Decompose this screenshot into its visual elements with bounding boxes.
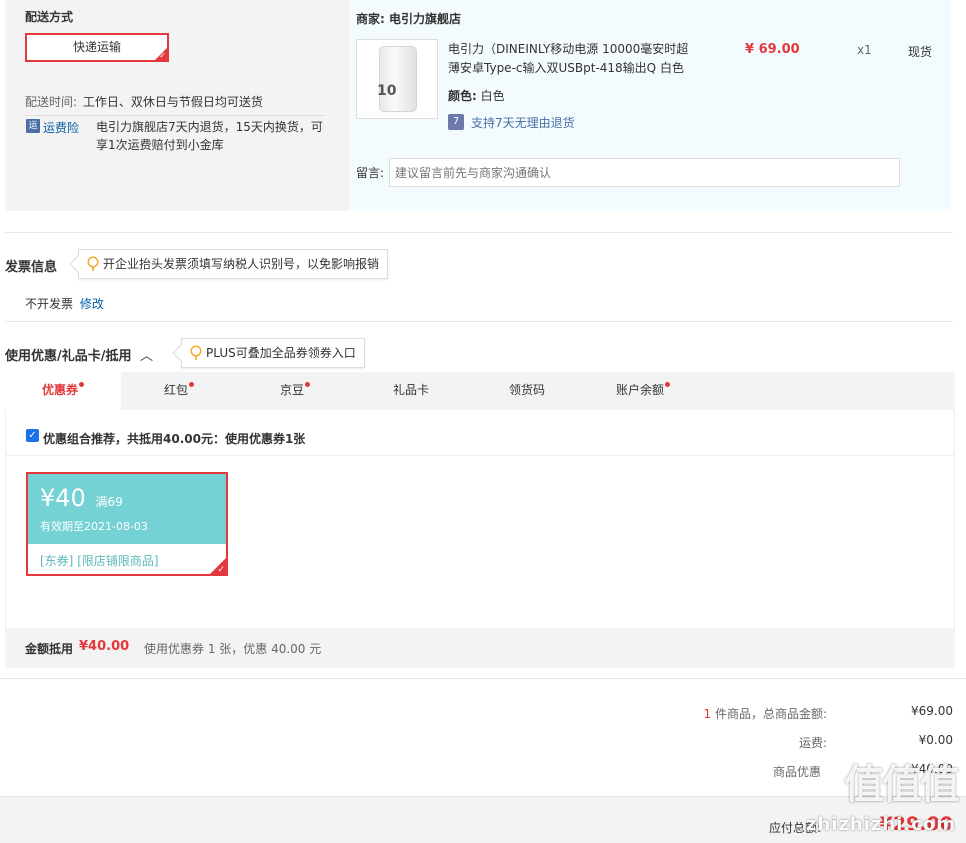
coupon-amount-value: ¥40: [40, 484, 86, 512]
tab-pickup-code-label: 领货码: [508, 383, 545, 397]
section-divider: [0, 678, 966, 679]
discount-summary: 金额抵用 ¥40.00 使用优惠券 1 张，优惠 40.00 元: [5, 628, 955, 668]
invoice-title: 发票信息: [5, 260, 58, 275]
coupon-tag-scope: [限店铺限商品]: [77, 554, 159, 568]
summary-amount: ¥40.00: [79, 639, 130, 654]
tab-account-balance-label: 账户余额: [615, 383, 664, 397]
check-icon: ✓: [217, 565, 225, 575]
discount-tabs: 优惠券 红包 京豆 礼品卡 领货码 账户余额: [5, 372, 955, 410]
watermark-logo: 值值值: [844, 762, 960, 808]
insurance-desc-line2: 享1次运费赔付到小金库: [96, 138, 224, 152]
shipping-title: 配送方式: [25, 10, 74, 24]
tab-gift-card[interactable]: 礼品卡: [353, 372, 469, 410]
plus-coupon-tip[interactable]: PLUS可叠加全品券领券入口: [172, 338, 365, 368]
delivery-method-button[interactable]: 快递运输 ✓: [25, 33, 169, 62]
summary-label: 金额抵用: [25, 642, 74, 656]
tip-arrow: [172, 344, 190, 362]
coupon-condition: 满69: [95, 495, 123, 509]
item-count: 1: [703, 707, 712, 721]
color-value: 白色: [480, 89, 505, 103]
product-name-line1: 电引力（DINEINLY移动电源 10000毫安时超: [448, 42, 689, 56]
product-image-text: 10: [377, 83, 397, 99]
invoice-edit-link[interactable]: 修改: [80, 297, 104, 311]
product-discount-label: 商品优惠: [772, 765, 821, 779]
tab-account-balance[interactable]: 账户余额: [585, 372, 701, 410]
color-label: 颜色:: [448, 89, 477, 103]
power-bank-image: [379, 46, 417, 112]
tab-jingdou-label: 京豆: [279, 383, 304, 397]
items-total-amount: ¥69.00: [911, 704, 953, 718]
product-color: 颜色: 白色: [448, 87, 505, 104]
watermark-url: zhizhizhi.com: [805, 814, 956, 835]
coupon-tags: [东券] [限店铺限商品]: [40, 552, 159, 569]
insurance-icon: 运: [26, 119, 40, 133]
tab-pickup-code[interactable]: 领货码: [469, 372, 585, 410]
invoice-tip: 开企业抬头发票须填写纳税人识别号，以免影响报销: [69, 249, 389, 279]
delivery-time: 配送时间: 工作日、双休日与节假日均可送货: [25, 93, 263, 110]
tab-coupon[interactable]: 优惠券: [5, 372, 121, 410]
tab-red-packet[interactable]: 红包: [121, 372, 237, 410]
invoice-status: 不开发票 修改: [25, 295, 104, 312]
coupon-validity: 有效期至2021-08-03: [40, 520, 148, 533]
store-label: 商家:: [356, 12, 385, 26]
notification-dot: [189, 382, 194, 387]
delivery-time-label: 配送时间:: [25, 95, 78, 109]
note-input[interactable]: [389, 158, 900, 187]
product-name[interactable]: 电引力（DINEINLY移动电源 10000毫安时超 薄安卓Type-c输入双U…: [448, 40, 688, 78]
notification-dot: [79, 382, 84, 387]
invoice-status-text: 不开发票: [25, 297, 74, 311]
section-divider: [5, 232, 953, 233]
insurance-desc-line1: 电引力旗舰店7天内退货，15天内换货，可: [96, 120, 323, 134]
note-label: 留言:: [356, 166, 385, 180]
discount-title-text: 使用优惠/礼品卡/抵用: [5, 349, 132, 364]
check-icon: ✓: [159, 51, 166, 60]
section-divider: [5, 321, 953, 322]
items-label: 件商品，总商品金额:: [714, 707, 827, 721]
divider: [25, 115, 325, 116]
product-name-line2: 薄安卓Type-c输入双USBpt-418输出Q 白色: [448, 61, 684, 75]
notification-dot: [665, 382, 670, 387]
insurance-link[interactable]: 运费险: [43, 119, 79, 136]
summary-desc: 使用优惠券 1 张，优惠 40.00 元: [144, 642, 322, 656]
items-total-label: 1 件商品，总商品金额:: [703, 705, 827, 722]
lightbulb-icon: [87, 256, 99, 271]
tab-coupon-label: 优惠券: [41, 383, 78, 397]
tab-jingdou[interactable]: 京豆: [237, 372, 353, 410]
insurance-desc: 电引力旗舰店7天内退货，15天内换货，可 享1次运费赔付到小金库: [96, 118, 323, 154]
tip-arrow: [69, 255, 87, 273]
lightbulb-icon: [190, 345, 202, 360]
notification-dot: [305, 382, 310, 387]
recommend-checkbox[interactable]: ✓: [26, 429, 39, 442]
invoice-tip-text: 开企业抬头发票须填写纳税人识别号，以免影响报销: [103, 257, 380, 271]
return-policy[interactable]: 支持7天无理由退货: [471, 114, 575, 131]
store-header: 商家: 电引力旗舰店: [356, 10, 461, 27]
delivery-time-value: 工作日、双休日与节假日均可送货: [82, 95, 263, 109]
stock-status: 现货: [908, 45, 933, 59]
coupon-header: ¥40 满69 有效期至2021-08-03: [28, 474, 226, 544]
discount-title[interactable]: 使用优惠/礼品卡/抵用 ︿: [5, 345, 153, 364]
shipping-fee-label: 运费:: [798, 736, 827, 750]
delivery-method-label: 快递运输: [72, 40, 121, 54]
recommend-text: 优惠组合推荐，共抵用40.00元：使用优惠券1张: [43, 432, 306, 446]
divider: [5, 455, 955, 456]
coupon-card[interactable]: ¥40 满69 有效期至2021-08-03 [东券] [限店铺限商品] ✓: [26, 472, 228, 576]
plus-coupon-tip-text: PLUS可叠加全品券领券入口: [206, 346, 356, 360]
store-name[interactable]: 电引力旗舰店: [389, 12, 461, 26]
product-image[interactable]: 10: [356, 39, 438, 119]
product-price: ¥ 69.00: [745, 42, 800, 57]
coupon-amount: ¥40 满69: [40, 484, 123, 512]
coupon-tag-jd: [东券]: [40, 554, 74, 568]
tab-gift-card-label: 礼品卡: [392, 383, 429, 397]
product-quantity: x1: [857, 43, 872, 57]
return-policy-icon: 7: [448, 114, 464, 130]
tab-red-packet-label: 红包: [163, 383, 188, 397]
chevron-up-icon[interactable]: ︿: [140, 349, 153, 364]
shipping-fee-amount: ¥0.00: [918, 733, 953, 747]
